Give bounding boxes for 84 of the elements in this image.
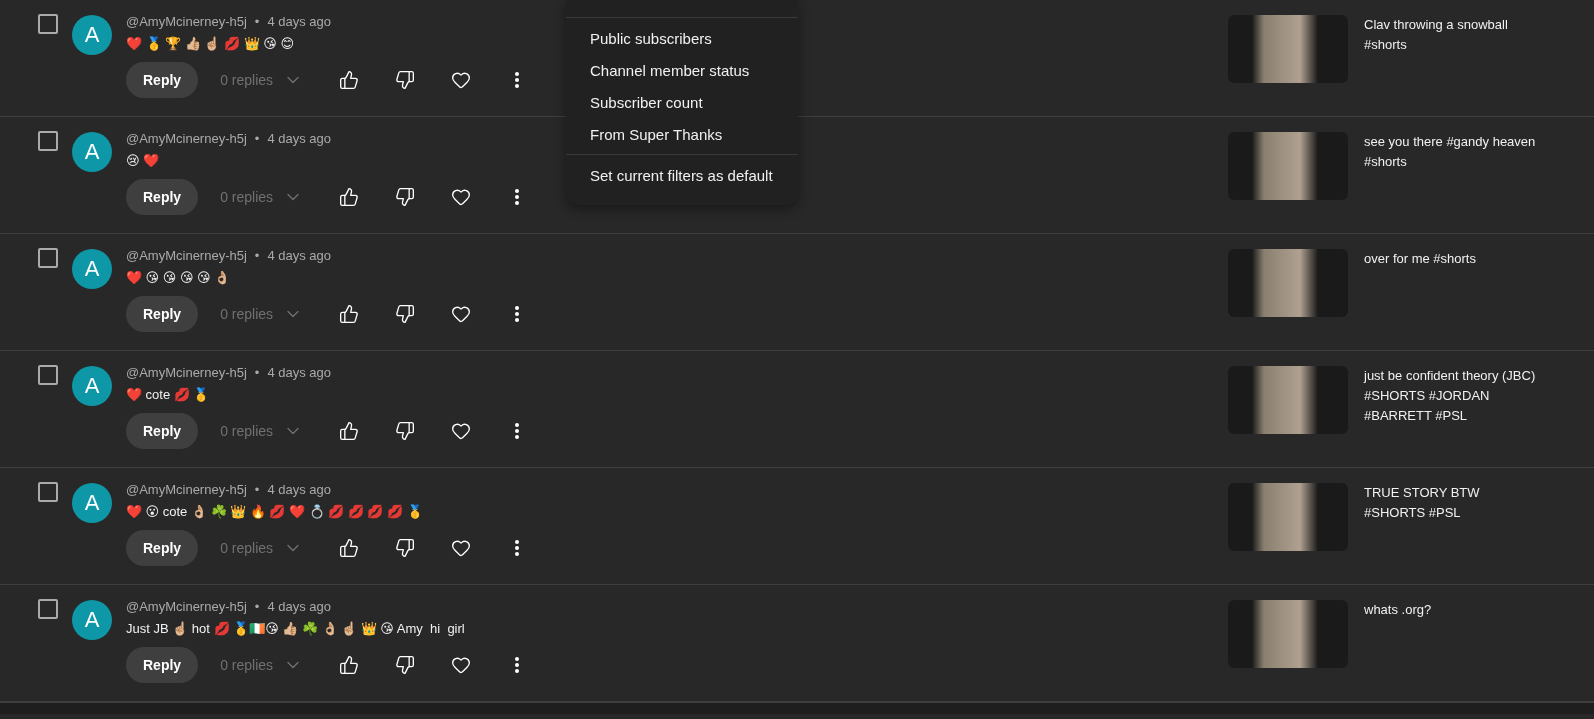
timestamp: 4 days ago — [267, 14, 331, 29]
author-name[interactable]: @AmyMcinerney-h5j — [126, 599, 247, 614]
scrollbar-track[interactable] — [0, 702, 1594, 714]
checkbox[interactable] — [38, 365, 58, 385]
author-name[interactable]: @AmyMcinerney-h5j — [126, 131, 247, 146]
author-name[interactable]: @AmyMcinerney-h5j — [126, 482, 247, 497]
menu-item[interactable]: Subscriber count — [566, 86, 798, 118]
more-vertical-icon — [515, 306, 520, 322]
video-title[interactable]: see you there #gandy heaven #shorts — [1364, 132, 1544, 172]
avatar: A — [72, 366, 112, 406]
thumbs-down-icon — [395, 538, 416, 558]
heart-icon — [451, 538, 472, 558]
thumbs-down-icon — [395, 187, 416, 207]
thumbs-down-icon — [395, 304, 416, 324]
thumbs-down-icon — [395, 421, 416, 441]
timestamp: 4 days ago — [267, 482, 331, 497]
video-title[interactable]: over for me #shorts — [1364, 249, 1544, 269]
thumbs-up-icon — [339, 70, 360, 90]
avatar: A — [72, 132, 112, 172]
reply-button[interactable]: Reply — [126, 530, 199, 566]
reply-button[interactable]: Reply — [126, 62, 199, 98]
checkbox[interactable] — [38, 248, 58, 268]
avatar: A — [72, 15, 112, 55]
video-thumbnail[interactable] — [1228, 366, 1348, 434]
more-vertical-icon — [515, 540, 520, 556]
menu-item[interactable]: From Super Thanks — [566, 118, 798, 150]
reply-button[interactable]: Reply — [126, 413, 199, 449]
checkbox[interactable] — [38, 482, 58, 502]
timestamp: 4 days ago — [267, 599, 331, 614]
timestamp: 4 days ago — [267, 131, 331, 146]
video-title[interactable]: Clav throwing a snowball #shorts — [1364, 15, 1544, 55]
reply-button[interactable]: Reply — [126, 179, 199, 215]
comment-text: ❤ cote 💋 🥇 — [126, 387, 210, 404]
author-name[interactable]: @AmyMcinerney-h5j — [126, 248, 247, 263]
separator-dot: • — [254, 14, 260, 29]
author-name[interactable]: @AmyMcinerney-h5j — [126, 14, 247, 29]
thumbs-up-icon — [339, 304, 360, 324]
heart-icon — [451, 655, 472, 675]
video-thumbnail[interactable] — [1228, 600, 1348, 668]
menu-item[interactable]: Public subscribers — [566, 22, 798, 54]
comment-text: Just JB ☝🏼 hot 💋 🥇🇮🇪😘 👍🏼 ☘ 👌🏼 ☝🏼 👑 😘 Amy hi girl — [126, 621, 465, 638]
checkbox[interactable] — [38, 599, 58, 619]
video-thumbnail[interactable] — [1228, 132, 1348, 200]
menu-item[interactable]: Set current filters as default — [566, 159, 798, 191]
avatar: A — [72, 483, 112, 523]
more-vertical-icon — [515, 657, 520, 673]
checkbox[interactable] — [38, 14, 58, 34]
heart-icon — [451, 421, 472, 441]
comment-text: 😢 ❤ — [126, 153, 160, 170]
timestamp: 4 days ago — [267, 365, 331, 380]
heart-icon — [451, 70, 472, 90]
video-thumbnail[interactable] — [1228, 249, 1348, 317]
video-thumbnail[interactable] — [1228, 483, 1348, 551]
thumbs-down-icon — [395, 655, 416, 675]
separator-dot: • — [254, 248, 260, 263]
comment-text: ❤ 😘 😘 😘 😘 👌🏼 — [126, 270, 231, 287]
menu-item[interactable]: Channel member status — [566, 54, 798, 86]
video-title[interactable]: TRUE STORY BTW #SHORTS #PSL — [1364, 483, 1544, 523]
reply-button[interactable]: Reply — [126, 296, 199, 332]
checkbox[interactable] — [38, 131, 58, 151]
comment-text: ❤ 🥇 🏆 👍🏼 ☝🏼 💋 👑 😘 😊 — [126, 36, 294, 53]
avatar: A — [72, 600, 112, 640]
heart-icon — [451, 187, 472, 207]
thumbs-up-icon — [339, 538, 360, 558]
avatar: A — [72, 249, 112, 289]
thumbs-up-icon — [339, 421, 360, 441]
heart-icon — [451, 304, 472, 324]
video-title[interactable]: whats .org? — [1364, 600, 1544, 620]
reply-button[interactable]: Reply — [126, 647, 199, 683]
comment-text: ❤ 😮 cote 👌🏼 ☘ 👑 🔥 💋 ❤ 💍 💋 💋 💋 💋 🥇 — [126, 504, 423, 521]
video-title[interactable]: just be confident theory (JBC) #SHORTS #JORDAN #BARRETT #PSL — [1364, 366, 1544, 426]
separator-dot: • — [254, 599, 260, 614]
thumbs-up-icon — [339, 187, 360, 207]
separator-dot: • — [254, 131, 260, 146]
more-vertical-icon — [515, 189, 520, 205]
thumbs-down-icon — [395, 70, 416, 90]
author-name[interactable]: @AmyMcinerney-h5j — [126, 365, 247, 380]
video-thumbnail[interactable] — [1228, 15, 1348, 83]
thumbs-up-icon — [339, 655, 360, 675]
more-vertical-icon — [515, 72, 520, 88]
more-vertical-icon — [515, 423, 520, 439]
separator-dot: • — [254, 482, 260, 497]
separator-dot: • — [254, 365, 260, 380]
timestamp: 4 days ago — [267, 248, 331, 263]
